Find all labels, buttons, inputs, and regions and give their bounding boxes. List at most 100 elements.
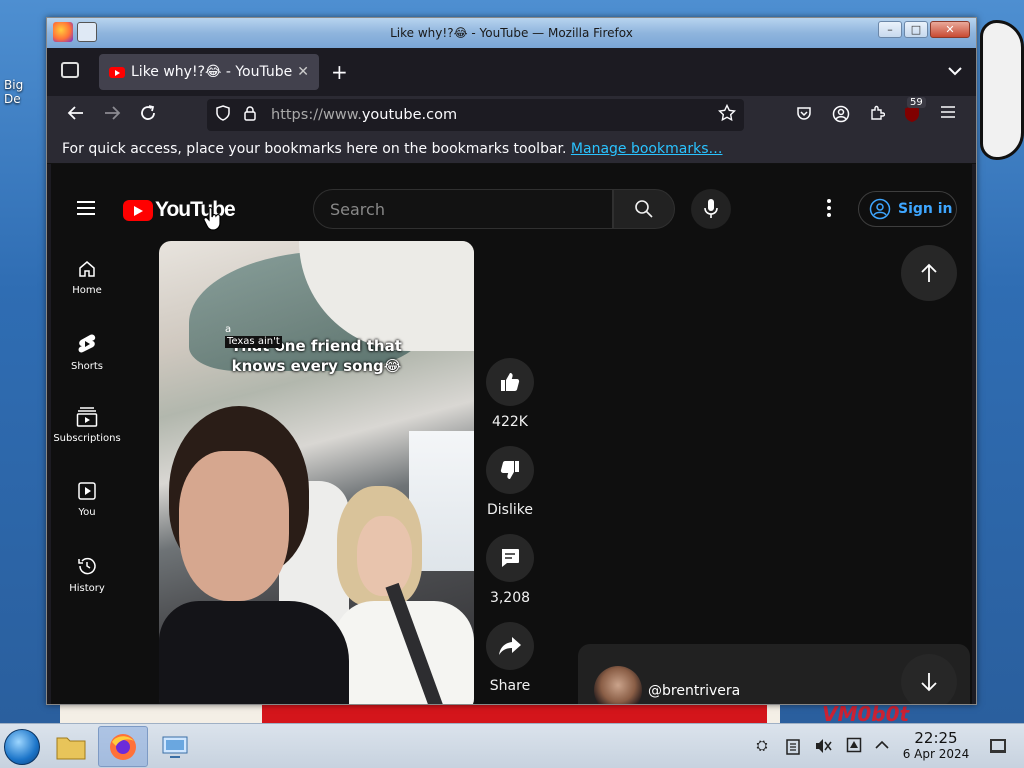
sidebar-item-shorts[interactable]: Shorts	[51, 333, 123, 372]
desktop-icon-label[interactable]: Big De	[4, 78, 48, 106]
subtitle-text: a	[225, 324, 232, 335]
taskbar-file-manager[interactable]	[46, 726, 96, 767]
firefox-view-icon[interactable]	[61, 62, 79, 78]
wallpaper-text: VM0b0t	[822, 702, 910, 723]
like-button[interactable]: 422K	[486, 358, 534, 430]
url-bar[interactable]: https://www.youtube.com	[207, 99, 744, 131]
channel-name[interactable]: @brentrivera	[648, 683, 740, 699]
bookmark-star-icon[interactable]	[717, 103, 737, 126]
home-icon	[79, 261, 95, 277]
maximize-button[interactable]: □	[904, 21, 928, 38]
tray-notes-icon[interactable]	[784, 737, 802, 755]
shorts-video-player[interactable]: That one friend that knows every song😂 a…	[159, 241, 474, 704]
subtitle-text: Texas ain't	[225, 336, 282, 348]
share-button[interactable]: Share	[486, 622, 534, 694]
reload-button[interactable]	[139, 104, 157, 127]
manage-bookmarks-link[interactable]: Manage bookmarks…	[571, 141, 723, 157]
settings-more-icon[interactable]	[827, 199, 831, 220]
app-menu-icon[interactable]	[939, 105, 957, 123]
forward-button[interactable]	[103, 104, 121, 127]
url-domain: youtube.com	[361, 107, 458, 123]
show-desktop-button[interactable]	[990, 739, 1006, 753]
video-scene	[357, 516, 412, 596]
account-icon[interactable]	[832, 105, 850, 123]
your-channel-icon	[78, 482, 96, 500]
url-text: https://www.youtube.com	[271, 107, 457, 123]
search-icon	[635, 200, 653, 218]
folder-icon	[56, 737, 86, 759]
window-title: Like why!?😂 - YouTube — Mozilla Firefox	[390, 26, 633, 40]
like-count: 422K	[492, 414, 528, 430]
youtube-play-icon	[123, 199, 153, 221]
youtube-favicon-icon	[109, 66, 125, 78]
thumbs-down-icon	[500, 461, 519, 479]
sidebar-item-history[interactable]: History	[51, 555, 123, 594]
tracking-shield-icon[interactable]	[215, 105, 231, 125]
tray-display-icon[interactable]	[845, 737, 863, 755]
share-button-circle	[486, 622, 534, 670]
sidebar-item-label: You	[78, 507, 96, 518]
bookmarks-toolbar: For quick access, place your bookmarks h…	[47, 134, 976, 164]
extensions-icon[interactable]	[868, 105, 886, 123]
video-caption: That one friend that knows every song😂	[159, 336, 474, 376]
next-short-button[interactable]	[901, 654, 957, 704]
tab-youtube[interactable]: Like why!?😂 - YouTube ✕	[99, 54, 319, 90]
sidebar-item-you[interactable]: You	[51, 481, 123, 518]
clock-date: 6 Apr 2024	[902, 747, 970, 761]
arrow-up-icon	[921, 263, 937, 282]
taskbar-clock[interactable]: 22:25 6 Apr 2024	[896, 729, 976, 761]
previous-short-button[interactable]	[901, 245, 957, 301]
account-circle-icon	[869, 198, 891, 220]
taskbar: ⛭ 22:25 6 Apr 2024	[0, 723, 1024, 768]
thumbs-up-icon	[501, 373, 520, 391]
youtube-page: YouTube Search Sign in Home Shorts Subsc…	[51, 164, 972, 704]
guide-menu-icon[interactable]	[77, 201, 95, 215]
video-scene	[159, 601, 349, 704]
clock-time: 22:25	[914, 729, 958, 747]
sidebar-item-label: Subscriptions	[53, 433, 121, 444]
close-button[interactable]: ✕	[930, 21, 970, 38]
window-controls: – □ ✕	[878, 21, 970, 38]
start-button[interactable]	[4, 729, 40, 765]
extensions-badge: 59	[907, 97, 926, 108]
shorts-icon	[78, 334, 96, 353]
sidebar-item-subscriptions[interactable]: Subscriptions	[51, 407, 123, 444]
search-button[interactable]	[613, 189, 675, 229]
firefox-icon	[110, 733, 136, 760]
url-prefix: https://www.	[271, 107, 362, 123]
sidebar-item-home[interactable]: Home	[51, 259, 123, 296]
sidebar-item-label: Shorts	[70, 361, 104, 372]
window-titlebar[interactable]: Like why!?😂 - YouTube — Mozilla Firefox …	[47, 18, 976, 48]
dislike-button[interactable]: Dislike	[486, 446, 534, 518]
share-icon	[499, 637, 521, 655]
new-tab-button[interactable]: +	[331, 62, 348, 82]
caption-line: knows every song😂	[231, 357, 402, 375]
tray-clipboard-icon[interactable]: ⛭	[753, 737, 771, 755]
taskbar-network[interactable]	[150, 726, 200, 767]
minimize-button[interactable]: –	[878, 21, 902, 38]
search-input[interactable]: Search	[313, 189, 613, 229]
tray-expand-icon[interactable]	[873, 737, 891, 755]
voice-search-button[interactable]	[691, 189, 731, 229]
caption-line: That one friend that	[231, 337, 402, 355]
comments-button-circle	[486, 534, 534, 582]
list-all-tabs-button[interactable]	[948, 64, 962, 80]
subtitle-overlay: a Texas ain't	[225, 324, 282, 348]
wallpaper-shape	[980, 20, 1024, 160]
tab-bar: Like why!?😂 - YouTube ✕ +	[47, 48, 976, 96]
tab-close-icon[interactable]: ✕	[297, 64, 309, 80]
sign-in-label: Sign in	[898, 201, 953, 217]
pocket-icon[interactable]	[795, 105, 813, 123]
history-icon	[78, 557, 96, 575]
volume-muted-icon[interactable]	[814, 737, 832, 755]
dislike-label: Dislike	[487, 502, 533, 518]
network-icon	[162, 736, 188, 758]
taskbar-firefox[interactable]	[98, 726, 148, 767]
comments-button[interactable]: 3,208	[486, 534, 534, 606]
sidebar-item-label: Home	[72, 285, 102, 296]
sign-in-button[interactable]: Sign in	[858, 191, 957, 227]
back-button[interactable]	[67, 104, 85, 127]
comment-icon	[502, 549, 519, 567]
lock-icon[interactable]	[243, 105, 259, 125]
avatar[interactable]	[594, 666, 642, 704]
